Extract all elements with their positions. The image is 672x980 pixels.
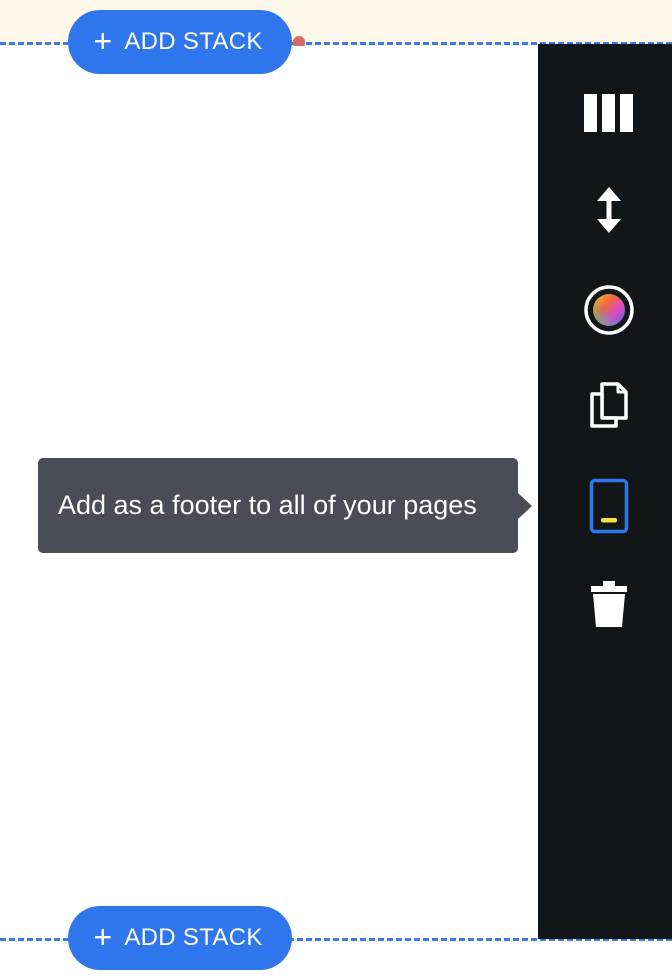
- duplicate-icon: [590, 382, 628, 428]
- columns-tool-button[interactable]: [571, 81, 647, 145]
- vertical-resize-icon: [597, 187, 621, 233]
- columns-icon: [584, 94, 633, 132]
- add-stack-button-bottom[interactable]: + ADD STACK: [68, 906, 292, 970]
- tooltip-text: Add as a footer to all of your pages: [58, 490, 477, 520]
- plus-icon: +: [93, 23, 113, 59]
- delete-tool-button[interactable]: [571, 572, 647, 636]
- add-stack-label: ADD STACK: [124, 924, 263, 951]
- footer-tooltip: Add as a footer to all of your pages: [38, 458, 518, 553]
- dot-icon: [293, 36, 305, 46]
- tooltip-arrow: [518, 493, 532, 519]
- add-stack-label: ADD STACK: [124, 28, 263, 55]
- color-wheel-icon: [584, 285, 634, 335]
- background-color-tool-button[interactable]: [571, 278, 647, 342]
- add-stack-button-top[interactable]: + ADD STACK: [68, 10, 292, 74]
- duplicate-tool-button[interactable]: [571, 373, 647, 437]
- footer-icon: [589, 478, 629, 534]
- plus-icon: +: [93, 919, 113, 955]
- resize-height-tool-button[interactable]: [571, 178, 647, 242]
- footer-tool-button[interactable]: [571, 474, 647, 538]
- trash-icon: [591, 581, 627, 627]
